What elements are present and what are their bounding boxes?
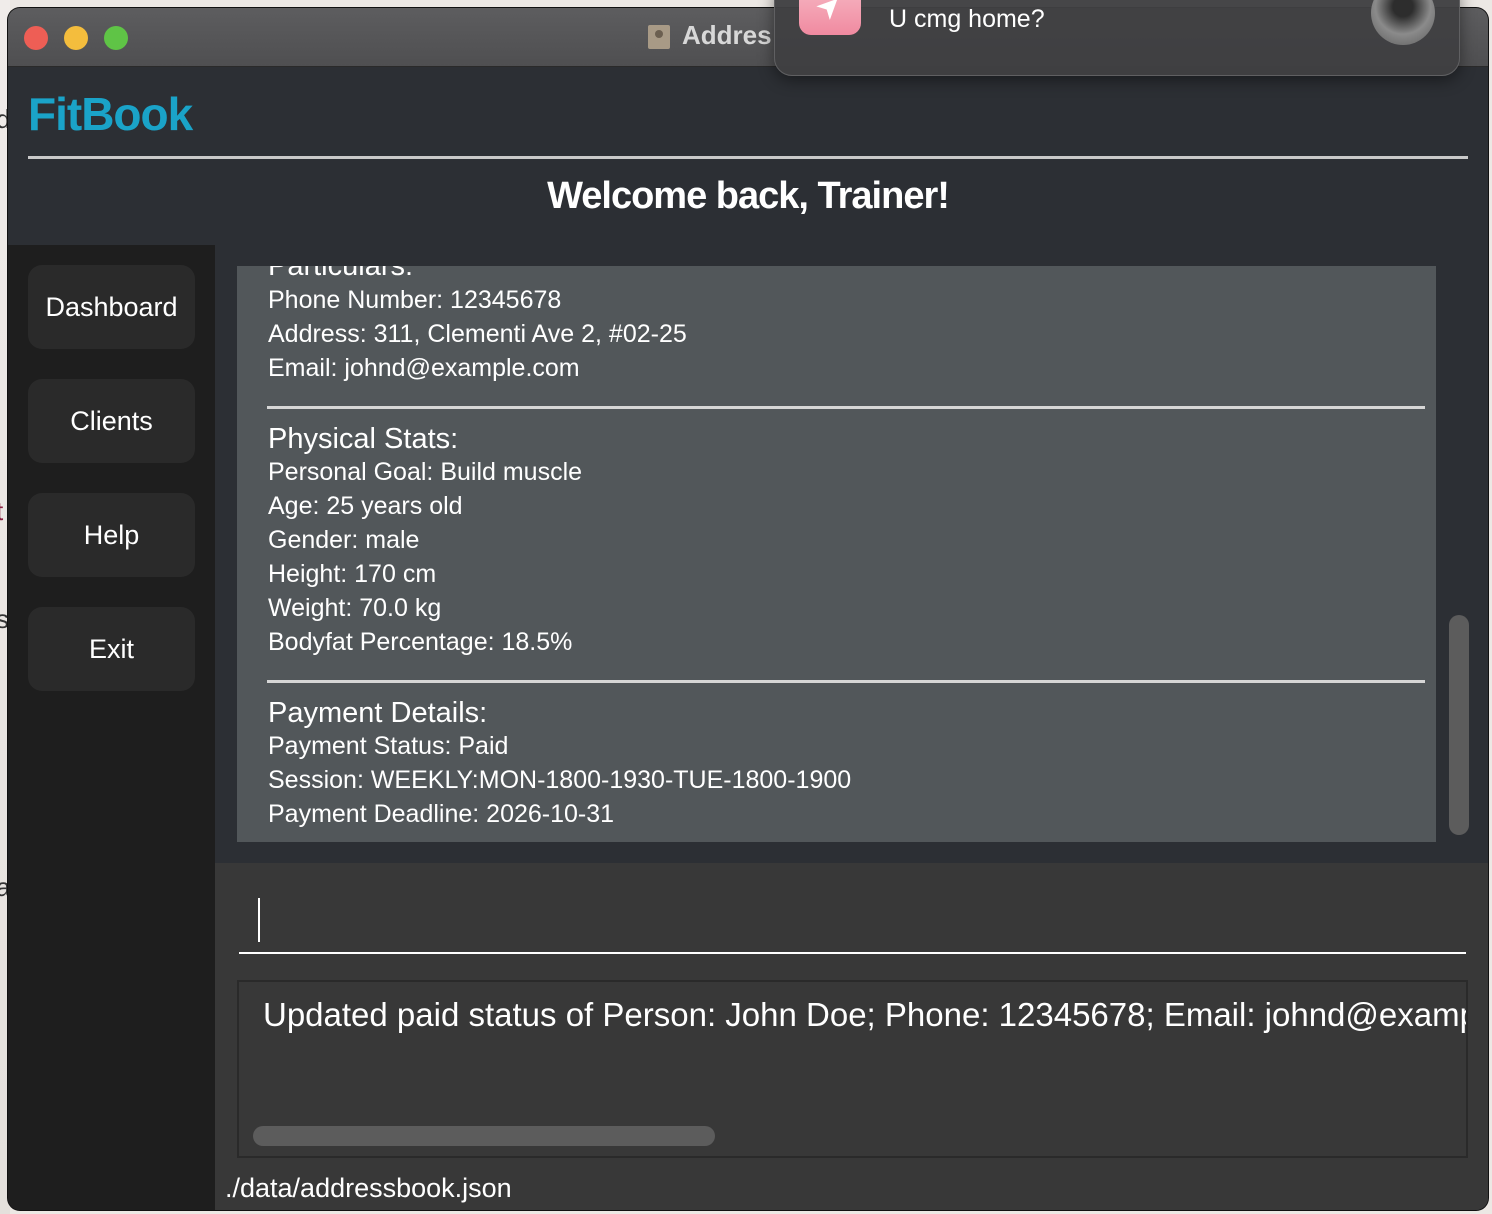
brand-logo: FitBook: [28, 88, 193, 140]
welcome-message: Welcome back, Trainer!: [547, 175, 950, 217]
detail-vertical-scrollbar[interactable]: [1449, 615, 1469, 835]
clients-button[interactable]: Clients: [28, 379, 195, 463]
command-box[interactable]: [215, 870, 1488, 958]
weight-text: Weight: 70.0 kg: [268, 594, 442, 622]
gender-text: Gender: male: [268, 526, 420, 554]
section-divider: [267, 406, 1425, 409]
client-detail-panel: Particulars: Phone Number: 12345678 Addr…: [215, 245, 1488, 863]
main-panel: Particulars: Phone Number: 12345678 Addr…: [215, 245, 1488, 1210]
age-text: Age: 25 years old: [268, 492, 463, 520]
window-title: Addres: [682, 20, 772, 50]
sidebar: Dashboard Clients Help Exit: [8, 245, 215, 1210]
section-divider: [267, 680, 1425, 683]
result-message: Updated paid status of Person: John Doe;…: [263, 996, 1468, 1033]
exit-button[interactable]: Exit: [28, 607, 195, 691]
status-bar: ./data/addressbook.json: [215, 1167, 1488, 1210]
system-notification[interactable]: U cmg home?: [774, 0, 1460, 76]
physical-stats-heading: Physical Stats:: [268, 423, 459, 455]
result-horizontal-scrollbar[interactable]: [253, 1126, 715, 1146]
payment-status-text: Payment Status: Paid: [268, 732, 509, 760]
help-button[interactable]: Help: [28, 493, 195, 577]
phone-number-text: Phone Number: 12345678: [268, 286, 562, 314]
app-header: FitBook Welcome back, Trainer!: [8, 67, 1488, 245]
app-window: Addres FitBook Welcome back, Trainer! Da…: [8, 8, 1488, 1210]
personal-goal-text: Personal Goal: Build muscle: [268, 458, 583, 486]
messaging-app-icon: [799, 0, 861, 35]
bodyfat-text: Bodyfat Percentage: 18.5%: [268, 628, 573, 656]
save-file-path: ./data/addressbook.json: [225, 1173, 512, 1203]
text-cursor: [258, 898, 260, 942]
client-detail-card[interactable]: Particulars: Phone Number: 12345678 Addr…: [237, 266, 1436, 842]
particulars-heading: Particulars:: [268, 266, 414, 282]
sender-avatar: [1371, 0, 1435, 45]
desktop-partial-text: t: [0, 496, 3, 527]
payment-details-heading: Payment Details:: [268, 697, 488, 729]
minimize-window-button[interactable]: [64, 26, 88, 50]
email-text: Email: johnd@example.com: [268, 354, 580, 382]
dashboard-button[interactable]: Dashboard: [28, 265, 195, 349]
height-text: Height: 170 cm: [268, 560, 437, 588]
address-text: Address: 311, Clementi Ave 2, #02-25: [268, 320, 687, 348]
close-window-button[interactable]: [24, 26, 48, 50]
result-display[interactable]: Updated paid status of Person: John Doe;…: [237, 980, 1468, 1158]
notification-message: U cmg home?: [889, 5, 1045, 33]
command-input-underline: [239, 952, 1466, 954]
header-divider: [28, 156, 1468, 159]
addressbook-icon: [648, 25, 670, 49]
session-text: Session: WEEKLY:MON-1800-1930-TUE-1800-1…: [268, 766, 852, 794]
maximize-window-button[interactable]: [104, 26, 128, 50]
payment-deadline-text: Payment Deadline: 2026-10-31: [268, 800, 615, 828]
